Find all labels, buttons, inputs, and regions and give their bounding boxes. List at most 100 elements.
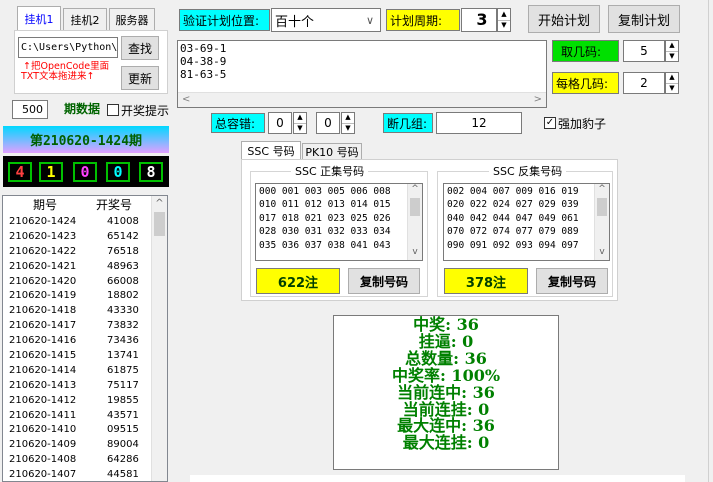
copy-positive-codes-button[interactable]: 复制号码: [348, 268, 420, 294]
stat-current-win-streak: 当前连中: 36: [397, 382, 495, 402]
spin-up-icon[interactable]: ▲: [666, 73, 678, 84]
spin-up-icon[interactable]: ▲: [498, 9, 510, 21]
scroll-down-icon[interactable]: v: [408, 247, 422, 260]
plan-textarea[interactable]: 03-69-1 04-38-9 81-63-5 < >: [177, 40, 547, 108]
spin-down-icon[interactable]: ▼: [666, 84, 678, 94]
history-period-cell: 210620-1407: [9, 469, 77, 481]
take-codes-label: 取几码:: [552, 40, 619, 62]
positive-codes-list[interactable]: 000 001 003 005 006 008 010 011 012 013 …: [255, 183, 423, 261]
history-header: 期号 开奖号: [3, 196, 167, 215]
history-period-cell: 210620-1416: [9, 335, 77, 347]
history-period-cell: 210620-1410: [9, 424, 77, 436]
table-row[interactable]: 210620-1410 09515: [3, 423, 167, 438]
history-period-cell: 210620-1414: [9, 364, 77, 376]
positive-codes-text: 000 001 003 005 006 008 010 011 012 013 …: [259, 186, 391, 251]
table-row[interactable]: 210620-1415 13741: [3, 349, 167, 364]
history-period-cell: 210620-1422: [9, 245, 77, 257]
table-row[interactable]: 210620-1409 89004: [3, 438, 167, 453]
table-row[interactable]: 210620-1421 48963: [3, 260, 167, 275]
spin-down-icon[interactable]: ▼: [342, 124, 354, 134]
table-row[interactable]: 210620-1418 43330: [3, 304, 167, 319]
history-header-number: 开奖号: [95, 198, 132, 212]
scroll-down-icon[interactable]: v: [595, 247, 609, 260]
positive-codes-scrollbar[interactable]: ^ v: [407, 184, 422, 260]
table-row[interactable]: 210620-1408 64286: [3, 453, 167, 468]
negative-codes-scrollbar[interactable]: ^ v: [594, 184, 609, 260]
table-row[interactable]: 210620-1414 61875: [3, 364, 167, 379]
table-row[interactable]: 210620-1413 75117: [3, 379, 167, 394]
table-row[interactable]: 210620-1411 43571: [3, 409, 167, 424]
copy-negative-codes-button[interactable]: 复制号码: [536, 268, 608, 294]
spin-down-icon[interactable]: ▼: [498, 21, 510, 32]
break-groups-input[interactable]: 12: [436, 112, 522, 134]
lottery-hint-label: 开奖提示: [121, 104, 170, 118]
period-count-input[interactable]: 500: [12, 100, 48, 119]
scroll-left-icon[interactable]: <: [182, 93, 190, 107]
negative-scroll-thumb[interactable]: [597, 198, 607, 216]
spin-down-icon[interactable]: ▼: [666, 52, 678, 62]
draw-digit-1: 4: [8, 162, 32, 182]
tab-server[interactable]: 服务器: [109, 8, 155, 30]
spin-up-icon[interactable]: ▲: [342, 113, 354, 124]
plan-hscrollbar[interactable]: < >: [178, 92, 546, 107]
history-header-period: 期号: [32, 198, 57, 212]
break-groups-label: 断几组:: [383, 113, 433, 133]
tolerance-b-input[interactable]: 0: [316, 112, 340, 134]
history-list[interactable]: 期号 开奖号 210620-1424 41008 210620-1423 65142 2…: [2, 195, 168, 482]
tolerance-a-input[interactable]: 0: [268, 112, 292, 134]
path-input[interactable]: C:\Users\Python\D: [18, 37, 118, 58]
scroll-right-icon[interactable]: >: [534, 93, 542, 107]
table-row[interactable]: 210620-1417 73832: [3, 319, 167, 334]
start-plan-button[interactable]: 开始计划: [528, 5, 600, 33]
scroll-up-icon[interactable]: ^: [152, 196, 167, 211]
take-codes-stepper[interactable]: ▲ ▼: [665, 40, 679, 62]
take-codes-input[interactable]: 5: [623, 40, 665, 62]
history-period-cell: 210620-1419: [9, 290, 77, 302]
find-button[interactable]: 查找: [121, 36, 159, 60]
spin-up-icon[interactable]: ▲: [666, 41, 678, 52]
tolerance-a-stepper[interactable]: ▲ ▼: [293, 112, 307, 134]
chevron-down-icon[interactable]: ∨: [366, 14, 380, 27]
history-period-cell: 210620-1418: [9, 305, 77, 317]
spin-down-icon[interactable]: ▼: [294, 124, 306, 134]
copy-plan-button[interactable]: 复制计划: [608, 5, 680, 33]
stat-max-loss-streak: 最大连挂: 0: [402, 433, 490, 453]
table-row[interactable]: 210620-1419 18802: [3, 289, 167, 304]
history-period-cell: 210620-1423: [9, 230, 77, 242]
plan-cycle-stepper[interactable]: ▲ ▼: [497, 8, 511, 32]
history-period-cell: 210620-1409: [9, 439, 77, 451]
every-interval-input[interactable]: 2: [623, 72, 665, 94]
scroll-up-icon[interactable]: ^: [408, 184, 422, 197]
tab-pk10-codes[interactable]: PK10 号码: [302, 143, 362, 160]
plan-cycle-input[interactable]: 3: [461, 8, 497, 32]
history-period-cell: 210620-1415: [9, 350, 77, 362]
tab-hangup-2[interactable]: 挂机2: [63, 8, 107, 30]
history-period-cell: 210620-1420: [9, 275, 77, 287]
history-scroll-thumb[interactable]: [154, 212, 165, 236]
table-row[interactable]: 210620-1420 66008: [3, 275, 167, 290]
table-row[interactable]: 210620-1422 76518: [3, 245, 167, 260]
drag-hint-line-2: TXT文本拖进来↑: [21, 71, 95, 82]
update-button[interactable]: 更新: [121, 66, 159, 90]
scroll-up-icon[interactable]: ^: [595, 184, 609, 197]
every-interval-stepper[interactable]: ▲ ▼: [665, 72, 679, 94]
table-row[interactable]: 210620-1412 19855: [3, 394, 167, 409]
table-row[interactable]: 210620-1416 73436: [3, 334, 167, 349]
verify-position-select[interactable]: 百十个 ∨: [271, 8, 381, 32]
table-row[interactable]: 210620-1424 41008: [3, 215, 167, 230]
positive-scroll-thumb[interactable]: [410, 198, 420, 216]
tolerance-b-stepper[interactable]: ▲ ▼: [341, 112, 355, 134]
history-period-cell: 210620-1413: [9, 379, 77, 391]
history-rows: 210620-1424 41008 210620-1423 65142 210620-1…: [3, 215, 167, 481]
spin-up-icon[interactable]: ▲: [294, 113, 306, 124]
table-row[interactable]: 210620-1407 44581: [3, 468, 167, 481]
tab-ssc-codes[interactable]: SSC 号码: [241, 141, 301, 160]
lottery-hint-checkbox[interactable]: [107, 104, 119, 116]
positive-group-title: SSC 正集号码: [291, 163, 369, 179]
negative-codes-list[interactable]: 002 004 007 009 016 019 020 022 024 027 …: [443, 183, 610, 261]
force-leopard-checkbox[interactable]: ✓: [544, 117, 556, 129]
history-scrollbar[interactable]: ^: [151, 196, 167, 481]
every-interval-label: 每格几码:: [552, 72, 619, 94]
tab-hangup-1[interactable]: 挂机1: [17, 6, 61, 30]
table-row[interactable]: 210620-1423 65142: [3, 230, 167, 245]
